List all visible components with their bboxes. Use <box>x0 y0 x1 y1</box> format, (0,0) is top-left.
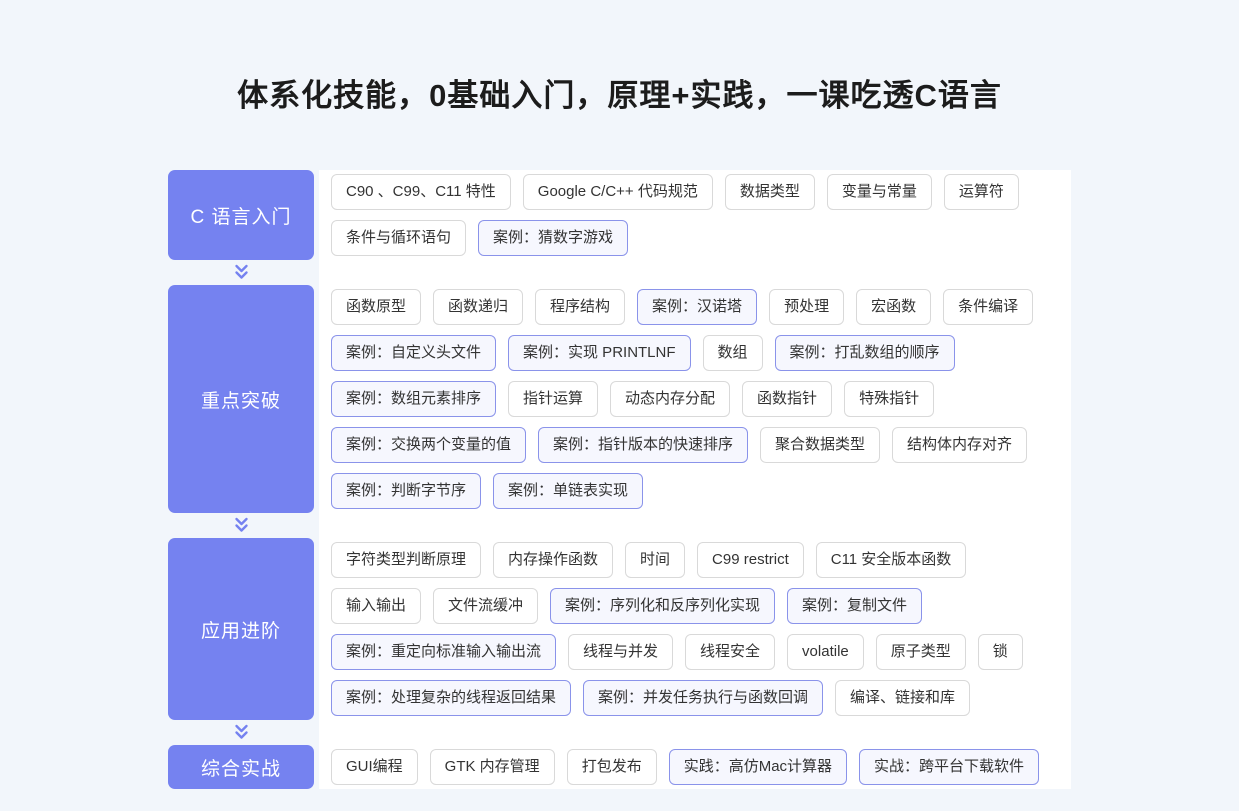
topic-chip: 线程安全 <box>685 634 775 670</box>
topic-chip: 条件与循环语句 <box>331 220 466 256</box>
section: 综合实战 GUI编程 GTK 内存管理打包发布实践：高仿Mac计算器实战：跨平台下载… <box>168 745 1071 789</box>
section-label: 应用进阶 <box>168 538 314 720</box>
topic-chip: 动态内存分配 <box>610 381 730 417</box>
topic-chip: 条件编译 <box>943 289 1033 325</box>
topic-chip: 编译、链接和库 <box>835 680 970 716</box>
topic-chip: 程序结构 <box>535 289 625 325</box>
topic-chip: 预处理 <box>769 289 844 325</box>
case-chip: 案例：重定向标准输入输出流 <box>331 634 556 670</box>
section-chips: 函数原型函数递归程序结构案例：汉诺塔预处理宏函数条件编译案例：自定义头文件案例：… <box>319 285 1071 513</box>
topic-chip: C11 安全版本函数 <box>816 542 967 578</box>
topic-chip: 结构体内存对齐 <box>892 427 1027 463</box>
section-connector <box>168 720 314 745</box>
topic-chip: 输入输出 <box>331 588 421 624</box>
topic-chip: 函数原型 <box>331 289 421 325</box>
topic-chip: 锁 <box>978 634 1023 670</box>
topic-chip: 变量与常量 <box>827 174 932 210</box>
topic-chip: 特殊指针 <box>844 381 934 417</box>
topic-chip: C99 restrict <box>697 542 804 578</box>
topic-chip: 文件流缓冲 <box>433 588 538 624</box>
section-connector <box>168 513 314 538</box>
topic-chip: 宏函数 <box>856 289 931 325</box>
topic-chip: 线程与并发 <box>568 634 673 670</box>
section-label: 重点突破 <box>168 285 314 513</box>
case-chip: 案例：交换两个变量的值 <box>331 427 526 463</box>
topic-chip: 聚合数据类型 <box>760 427 880 463</box>
case-chip: 案例：指针版本的快速排序 <box>538 427 748 463</box>
case-chip: 案例：汉诺塔 <box>637 289 757 325</box>
case-chip: 实战：跨平台下载软件 <box>859 749 1039 785</box>
topic-chip: 内存操作函数 <box>493 542 613 578</box>
double-chevron-down-icon <box>232 517 251 534</box>
topic-chip: 运算符 <box>944 174 1019 210</box>
section-chips: GUI编程 GTK 内存管理打包发布实践：高仿Mac计算器实战：跨平台下载软件 <box>319 745 1071 789</box>
section-chips: 字符类型判断原理内存操作函数时间 C99 restrict C11 安全版本函数输入… <box>319 538 1071 720</box>
topic-chip: 原子类型 <box>876 634 966 670</box>
case-chip: 案例：判断字节序 <box>331 473 481 509</box>
section: C 语言入门 C90 、C99、C11 特性 Google C/C++ 代码规范数据… <box>168 170 1071 260</box>
case-chip: 案例：处理复杂的线程返回结果 <box>331 680 571 716</box>
case-chip: 案例：单链表实现 <box>493 473 643 509</box>
curriculum-board: C 语言入门 C90 、C99、C11 特性 Google C/C++ 代码规范数据… <box>168 170 1071 789</box>
topic-chip: 打包发布 <box>567 749 657 785</box>
case-chip: 案例：数组元素排序 <box>331 381 496 417</box>
case-chip: 案例：实现 PRINTLNF <box>508 335 691 371</box>
double-chevron-down-icon <box>232 724 251 741</box>
case-chip: 案例：自定义头文件 <box>331 335 496 371</box>
topic-chip: 数组 <box>703 335 763 371</box>
topic-chip: 指针运算 <box>508 381 598 417</box>
case-chip: 案例：序列化和反序列化实现 <box>550 588 775 624</box>
topic-chip: 数据类型 <box>725 174 815 210</box>
section: 重点突破函数原型函数递归程序结构案例：汉诺塔预处理宏函数条件编译案例：自定义头文… <box>168 285 1071 513</box>
topic-chip: 函数递归 <box>433 289 523 325</box>
topic-chip: 字符类型判断原理 <box>331 542 481 578</box>
topic-chip: Google C/C++ 代码规范 <box>523 174 713 210</box>
topic-chip: C90 、C99、C11 特性 <box>331 174 511 210</box>
case-chip: 案例：打乱数组的顺序 <box>775 335 955 371</box>
topic-chip: volatile <box>787 634 864 670</box>
topic-chip: 时间 <box>625 542 685 578</box>
section-label: 综合实战 <box>168 745 314 789</box>
topic-chip: GUI编程 <box>331 749 418 785</box>
case-chip: 案例：复制文件 <box>787 588 922 624</box>
section-connector <box>168 260 314 285</box>
section-chips: C90 、C99、C11 特性 Google C/C++ 代码规范数据类型变量与常… <box>319 170 1071 260</box>
case-chip: 实践：高仿Mac计算器 <box>669 749 847 785</box>
section: 应用进阶字符类型判断原理内存操作函数时间 C99 restrict C11 安全版本… <box>168 538 1071 720</box>
topic-chip: GTK 内存管理 <box>430 749 555 785</box>
double-chevron-down-icon <box>232 264 251 281</box>
topic-chip: 函数指针 <box>742 381 832 417</box>
page-title: 体系化技能，0基础入门，原理+实践，一课吃透C语言 <box>0 70 1239 115</box>
case-chip: 案例：并发任务执行与函数回调 <box>583 680 823 716</box>
case-chip: 案例：猜数字游戏 <box>478 220 628 256</box>
section-label: C 语言入门 <box>168 170 314 260</box>
